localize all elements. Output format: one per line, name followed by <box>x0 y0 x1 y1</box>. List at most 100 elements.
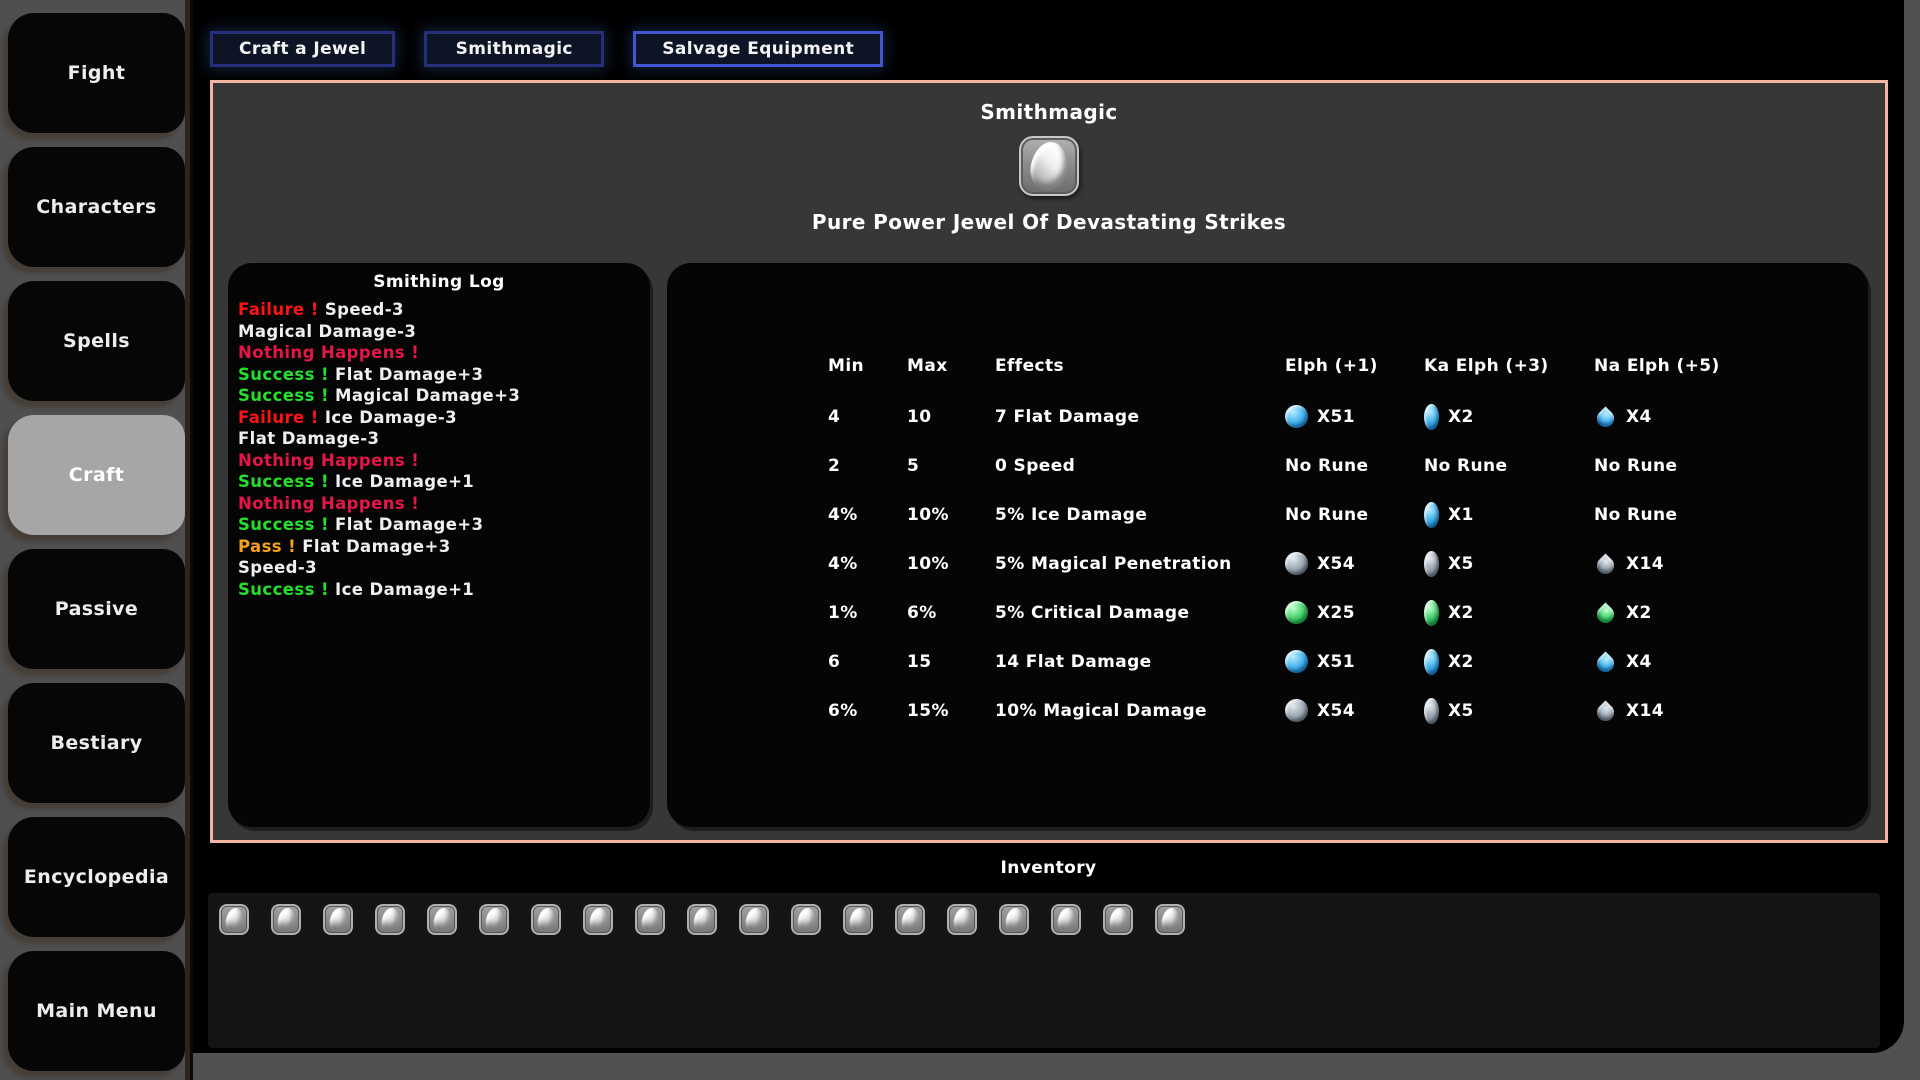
panel-title: Smithmagic <box>213 100 1885 124</box>
inventory-slot[interactable] <box>271 904 301 935</box>
rune-cell: X4 <box>1594 651 1868 672</box>
content-area: Craft a Jewel Smithmagic Salvage Equipment… <box>193 0 1904 1053</box>
no-rune-label: No Rune <box>1285 505 1368 525</box>
blue-drop-rune-icon <box>1593 651 1617 675</box>
inventory-slot[interactable] <box>1155 904 1185 935</box>
selected-jewel-button[interactable] <box>1019 136 1079 196</box>
inventory-slot[interactable] <box>323 904 353 935</box>
inventory-slot[interactable] <box>947 904 977 935</box>
effect-name: 7 Flat Damage <box>995 407 1285 427</box>
effect-name: 0 Speed <box>995 456 1285 476</box>
jewel-icon <box>1004 906 1025 933</box>
rune-cell: No Rune <box>1594 505 1868 525</box>
log-status-nothing: Nothing Happens ! <box>238 451 419 470</box>
smithing-log-entries: Failure ! Speed-3Magical Damage-3Nothing… <box>238 299 640 600</box>
jewel-icon <box>848 906 869 933</box>
smithing-log-title: Smithing Log <box>238 272 640 292</box>
inventory-slot[interactable] <box>791 904 821 935</box>
green-round-rune-icon <box>1285 601 1308 624</box>
column-header-elph-1: Elph (+1) <box>1285 356 1424 376</box>
effect-name: 14 Flat Damage <box>995 652 1285 672</box>
log-status-success: Success ! <box>238 580 329 599</box>
effect-max: 10% <box>907 505 995 525</box>
inventory-slot[interactable] <box>427 904 457 935</box>
inventory-slot[interactable] <box>739 904 769 935</box>
inventory-slot[interactable] <box>687 904 717 935</box>
rune-cell: X14 <box>1594 553 1868 574</box>
inventory-slot[interactable] <box>1051 904 1081 935</box>
inventory-slot[interactable] <box>1103 904 1133 935</box>
rune-cell: X54 <box>1285 552 1424 575</box>
log-status-failure: Failure ! <box>238 300 319 319</box>
rune-cell: X2 <box>1594 602 1868 623</box>
rune-count: X54 <box>1317 701 1355 721</box>
inventory-slot[interactable] <box>583 904 613 935</box>
sidebar-item-bestiary[interactable]: Bestiary <box>8 683 185 803</box>
log-status-success: Success ! <box>238 515 329 534</box>
tab-smithmagic[interactable]: Smithmagic <box>424 31 604 67</box>
rune-cell: X4 <box>1594 406 1868 427</box>
rune-count: X1 <box>1448 505 1474 525</box>
inventory-slot[interactable] <box>843 904 873 935</box>
blue-round-rune-icon <box>1285 650 1308 673</box>
jewel-icon <box>588 906 609 933</box>
log-entry: Pass ! Flat Damage+3 <box>238 536 640 558</box>
gray-oval-rune-icon <box>1424 551 1439 577</box>
effect-name: 10% Magical Damage <box>995 701 1285 721</box>
gray-round-rune-icon <box>1285 552 1308 575</box>
rune-cell: X2 <box>1424 404 1594 430</box>
effect-name: 5% Magical Penetration <box>995 554 1285 574</box>
inventory-slot[interactable] <box>479 904 509 935</box>
tab-salvage-equipment[interactable]: Salvage Equipment <box>633 31 883 67</box>
sidebar-item-characters[interactable]: Characters <box>8 147 185 267</box>
jewel-icon <box>536 906 557 933</box>
log-status-success: Success ! <box>238 386 329 405</box>
sidebar-item-encyclopedia[interactable]: Encyclopedia <box>8 817 185 937</box>
sidebar-divider <box>185 0 193 1080</box>
inventory-slot[interactable] <box>531 904 561 935</box>
tab-craft-a-jewel[interactable]: Craft a Jewel <box>210 31 395 67</box>
no-rune-label: No Rune <box>1594 505 1677 525</box>
effects-table-header: MinMaxEffectsElph (+1)Ka Elph (+3)Na Elp… <box>828 355 1868 377</box>
inventory-slot[interactable] <box>219 904 249 935</box>
effect-max: 6% <box>907 603 995 623</box>
inventory-slot[interactable] <box>999 904 1029 935</box>
jewel-icon <box>640 906 661 933</box>
log-entry: Magical Damage-3 <box>238 321 640 343</box>
inventory-slot[interactable] <box>375 904 405 935</box>
jewel-icon <box>1027 139 1071 193</box>
inventory-slot[interactable] <box>635 904 665 935</box>
log-status-success: Success ! <box>238 365 329 384</box>
rune-cell: X1 <box>1424 502 1594 528</box>
jewel-icon <box>900 906 921 933</box>
gray-drop-rune-icon <box>1593 700 1617 724</box>
log-entry: Success ! Ice Damage+1 <box>238 471 640 493</box>
rune-count: X54 <box>1317 554 1355 574</box>
log-status-pass: Pass ! <box>238 537 296 556</box>
log-entry: Success ! Flat Damage+3 <box>238 364 640 386</box>
effect-min: 4% <box>828 505 907 525</box>
column-header-ka-elph-3: Ka Elph (+3) <box>1424 356 1594 376</box>
no-rune-label: No Rune <box>1594 456 1677 476</box>
green-drop-rune-icon <box>1593 602 1617 626</box>
rune-cell: X2 <box>1424 649 1594 675</box>
green-oval-rune-icon <box>1424 600 1439 626</box>
blue-oval-rune-icon <box>1424 404 1439 430</box>
jewel-icon <box>432 906 453 933</box>
sidebar-item-passive[interactable]: Passive <box>8 549 185 669</box>
jewel-icon <box>1160 906 1181 933</box>
sidebar-item-craft[interactable]: Craft <box>8 415 185 535</box>
log-entry: Failure ! Ice Damage-3 <box>238 407 640 429</box>
effect-min: 4 <box>828 407 907 427</box>
sidebar-item-main-menu[interactable]: Main Menu <box>8 951 185 1071</box>
column-header-na-elph-5: Na Elph (+5) <box>1594 356 1868 376</box>
inventory-slot[interactable] <box>895 904 925 935</box>
rune-cell: X51 <box>1285 405 1424 428</box>
effect-row: 4107 Flat DamageX51X2X4 <box>828 401 1868 432</box>
rune-count: X51 <box>1317 407 1355 427</box>
gray-oval-rune-icon <box>1424 698 1439 724</box>
rune-cell: No Rune <box>1424 456 1594 476</box>
sidebar-item-spells[interactable]: Spells <box>8 281 185 401</box>
rune-count: X51 <box>1317 652 1355 672</box>
sidebar-item-fight[interactable]: Fight <box>8 13 185 133</box>
